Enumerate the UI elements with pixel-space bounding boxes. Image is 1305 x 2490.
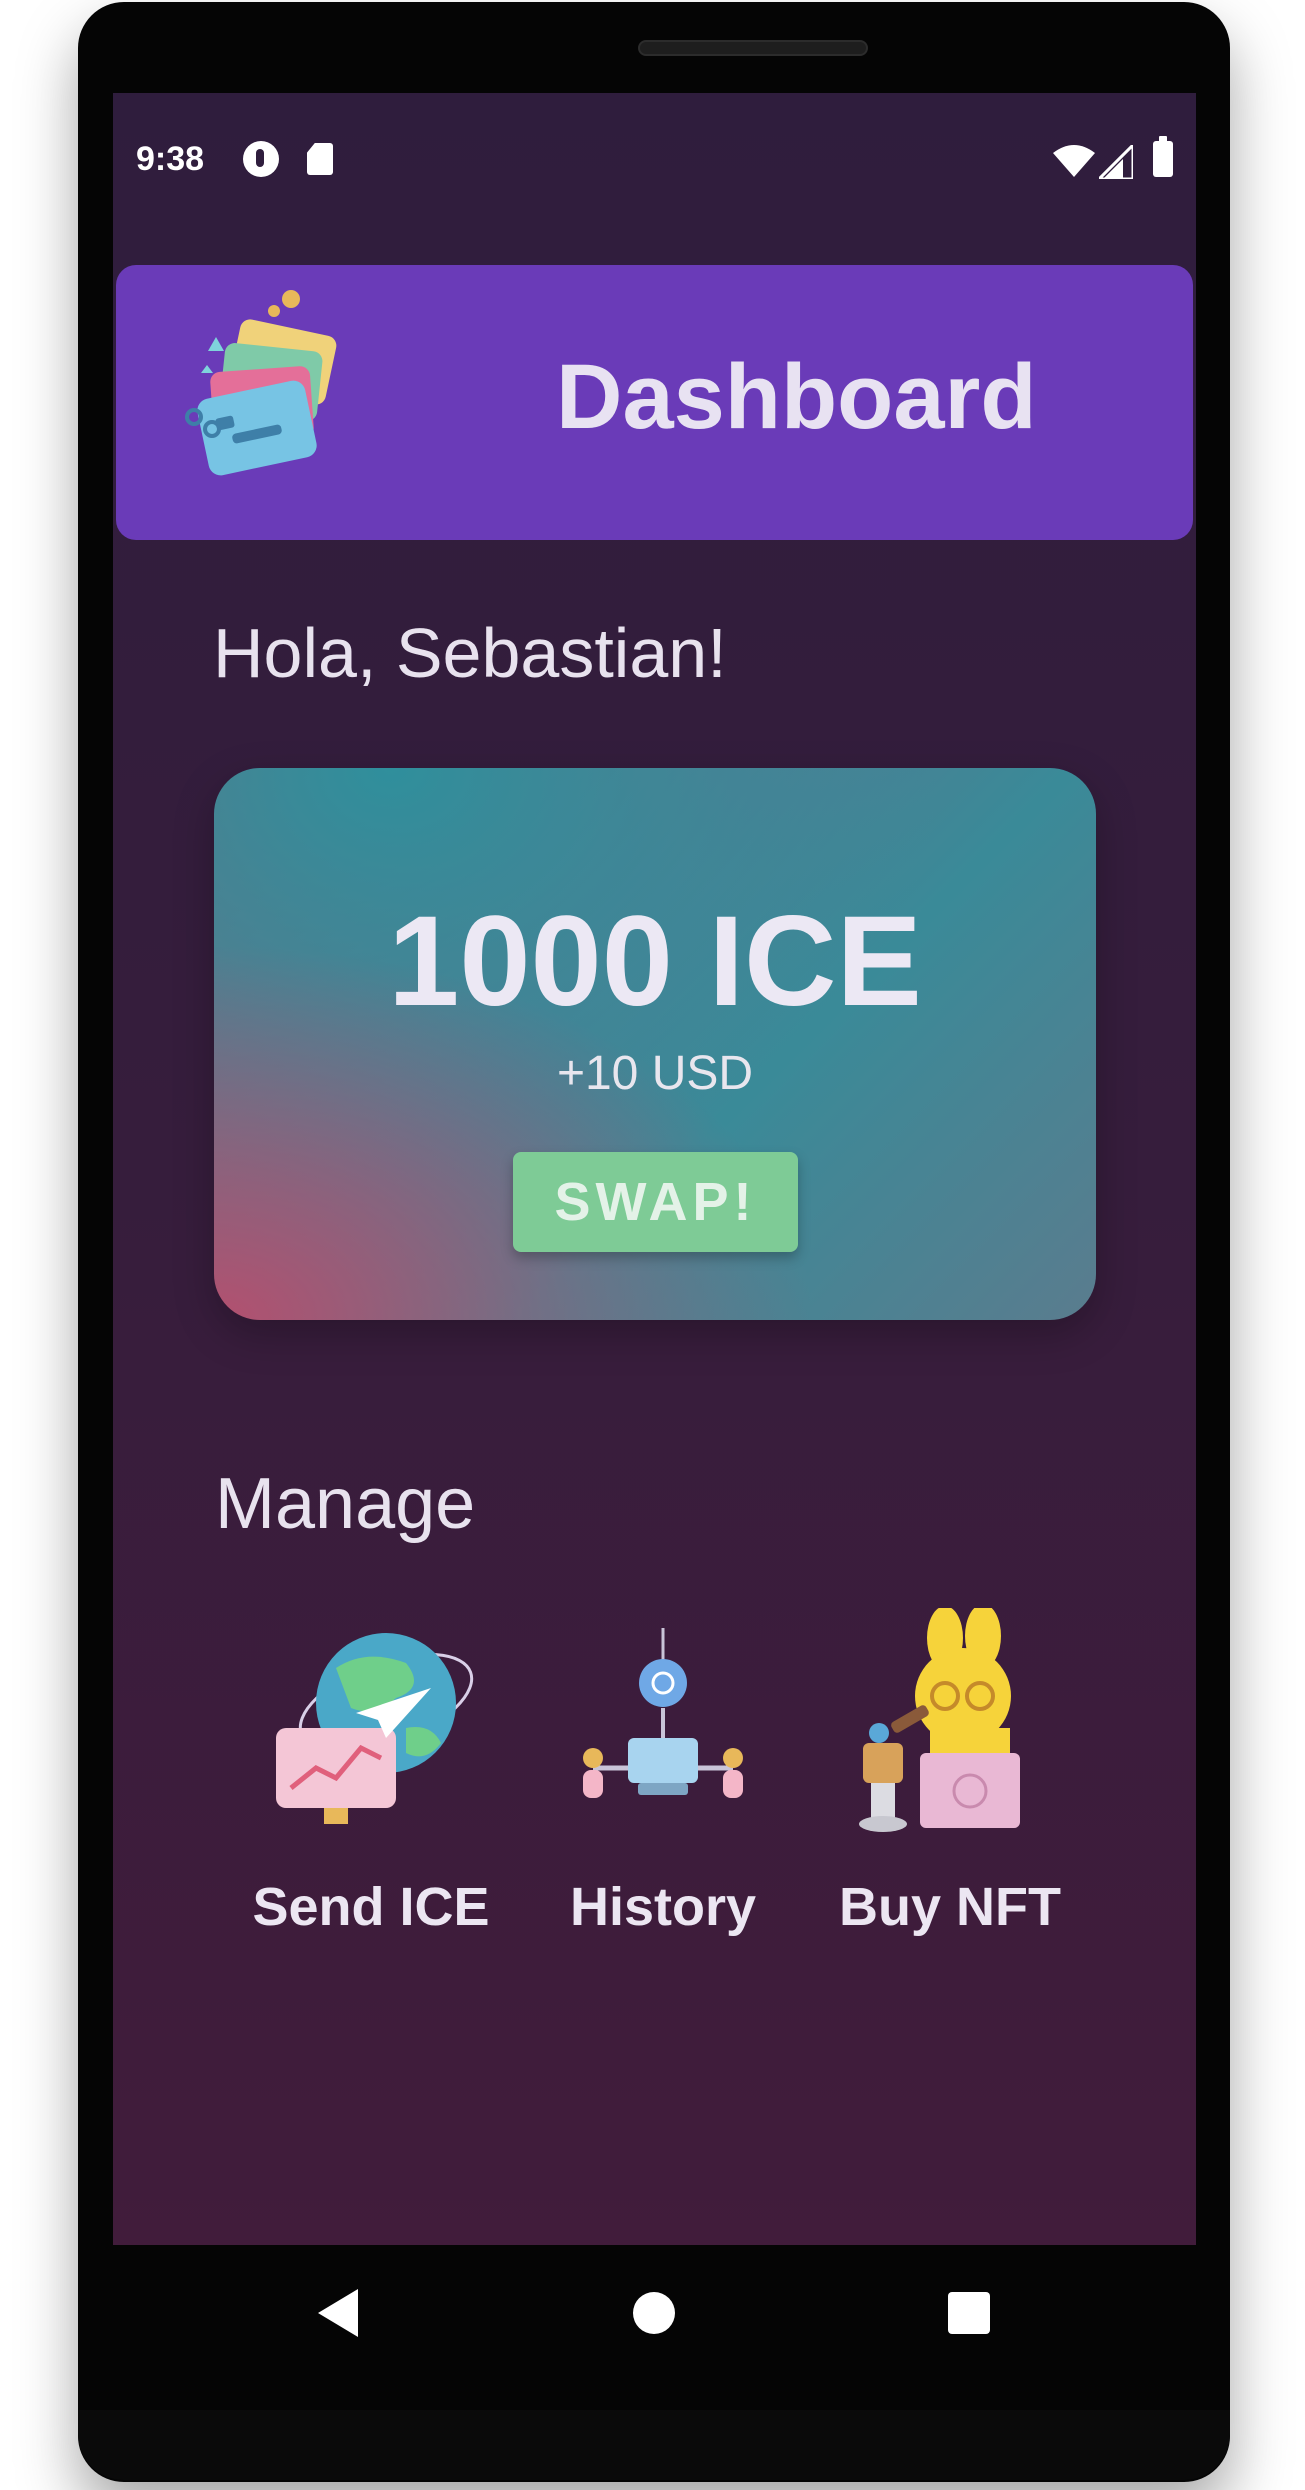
back-icon[interactable]	[318, 2289, 358, 2337]
app-screen: 9:38 Dashboard Hola, Sebastian! 1000 ICE…	[113, 93, 1196, 2245]
balance-usd-value: +10 USD	[556, 1047, 754, 1100]
globe-send-icon	[276, 1633, 474, 1824]
home-icon[interactable]	[633, 2292, 675, 2334]
balance-amount: 1000 ICE	[388, 890, 922, 1033]
system-nav-bar	[113, 2245, 1196, 2380]
buy-nft-action[interactable]: Buy NFT	[810, 1608, 1090, 1948]
notification-app-icon	[243, 141, 279, 177]
status-time: 9:38	[136, 140, 205, 178]
swap-button[interactable]: SWAP!	[513, 1152, 798, 1252]
send-ice-label: Send ICE	[252, 1877, 490, 1937]
phone-speaker	[638, 40, 868, 56]
phone-chin	[78, 2410, 1230, 2480]
balance-card: 1000 ICE +10 USD SWAP!	[214, 768, 1096, 1320]
history-label: History	[569, 1877, 757, 1937]
bunny-auction-icon	[859, 1608, 1020, 1832]
cell-signal-icon	[1099, 145, 1133, 179]
network-history-icon	[583, 1628, 743, 1798]
app-bar: Dashboard	[116, 265, 1193, 540]
wifi-icon	[1053, 145, 1095, 177]
battery-icon	[1153, 136, 1173, 177]
sd-card-icon	[307, 143, 333, 175]
manage-section-title: Manage	[215, 1464, 476, 1544]
greeting-text: Hola, Sebastian!	[213, 614, 727, 692]
buy-nft-label: Buy NFT	[839, 1877, 1061, 1937]
recent-apps-icon[interactable]	[948, 2292, 990, 2334]
status-bar: 9:38	[113, 93, 1196, 223]
send-ice-action[interactable]: Send ICE	[231, 1608, 511, 1948]
history-action[interactable]: History	[523, 1608, 803, 1948]
wallet-cards-icon	[185, 290, 337, 476]
page-title: Dashboard	[556, 346, 1037, 448]
